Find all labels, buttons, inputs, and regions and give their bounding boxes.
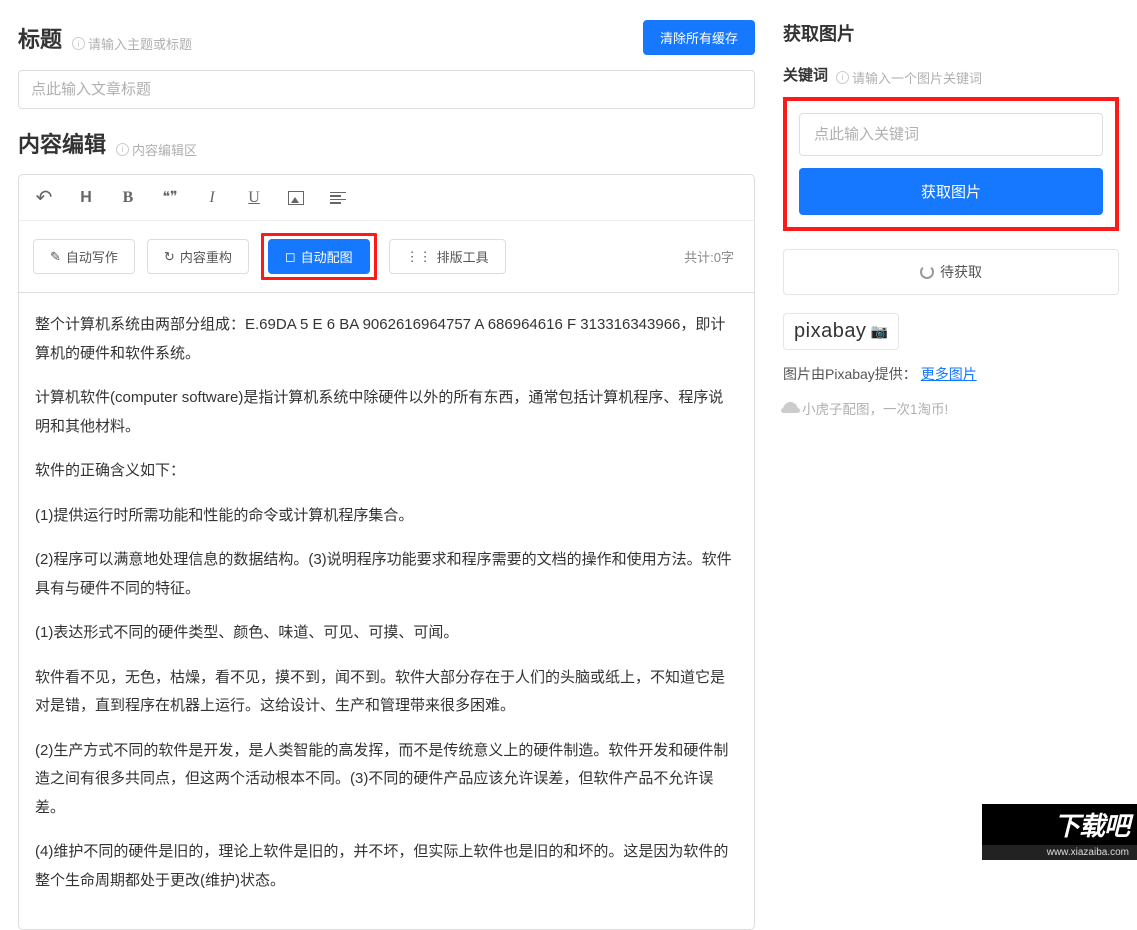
info-icon: i <box>836 71 849 84</box>
heading-icon[interactable]: H <box>75 189 97 207</box>
content-paragraph: (2)生产方式不同的软件是开发，是人类智能的高发挥，而不是传统意义上的硬件制造。… <box>35 737 738 823</box>
content-paragraph: (4)维护不同的硬件是旧的，理论上软件是旧的，并不坏，但实际上软件也是旧的和坏的… <box>35 838 738 895</box>
content-paragraph: (1)表达形式不同的硬件类型、颜色、味道、可见、可摸、可闻。 <box>35 619 738 648</box>
content-paragraph: 整个计算机系统由两部分组成：E.69DA 5 E 6 BA 9062616964… <box>35 311 738 368</box>
auto-image-button[interactable]: ◻ 自动配图 <box>268 239 370 274</box>
editor-content-area[interactable]: 整个计算机系统由两部分组成：E.69DA 5 E 6 BA 9062616964… <box>18 293 755 930</box>
pixabay-logo: pixabay 📷 <box>783 313 899 350</box>
layout-icon: ⋮⋮ <box>406 249 432 265</box>
content-paragraph: 软件的正确含义如下： <box>35 457 738 486</box>
pending-status: 待获取 <box>783 249 1119 295</box>
refresh-icon: ↻ <box>164 249 175 265</box>
camera-icon: 📷 <box>870 323 888 340</box>
editor-section-hint: i 内容编辑区 <box>116 140 197 159</box>
quote-icon[interactable]: ❝❞ <box>159 189 181 206</box>
highlight-keyword-box: 获取图片 <box>783 97 1119 231</box>
content-paragraph: (1)提供运行时所需功能和性能的命令或计算机程序集合。 <box>35 502 738 531</box>
auto-write-button[interactable]: ✎ 自动写作 <box>33 239 135 274</box>
provider-line: 图片由Pixabay提供： 更多图片 <box>783 364 1119 384</box>
underline-icon[interactable]: U <box>243 189 265 207</box>
image-icon[interactable] <box>285 191 307 205</box>
editor-toolbar: ↶ H B ❝❞ I U ✎ 自动写作 ↻ 内容重构 <box>18 174 755 293</box>
bold-icon[interactable]: B <box>117 189 139 207</box>
get-image-button[interactable]: 获取图片 <box>799 168 1103 215</box>
info-icon: i <box>116 143 129 156</box>
highlight-auto-image: ◻ 自动配图 <box>261 233 377 280</box>
editor-section-label: 内容编辑 <box>18 127 106 159</box>
title-label: 标题 <box>18 22 62 54</box>
keyword-input[interactable] <box>799 113 1103 156</box>
article-title-input[interactable] <box>18 70 755 109</box>
word-count: 共计:0字 <box>684 247 740 266</box>
title-header: 标题 i 请输入主题或标题 清除所有缓存 <box>18 20 755 55</box>
content-paragraph: 软件看不见，无色，枯燥，看不见，摸不到，闻不到。软件大部分存在于人们的头脑或纸上… <box>35 664 738 721</box>
cloud-icon <box>783 402 798 413</box>
watermark: 下载吧 www.xiazaiba.com <box>982 804 1137 860</box>
box-icon: ◻ <box>285 249 296 265</box>
clear-cache-button[interactable]: 清除所有缓存 <box>643 20 755 55</box>
undo-icon[interactable]: ↶ <box>33 185 55 210</box>
content-paragraph: 计算机软件(computer software)是指计算机系统中除硬件以外的所有… <box>35 384 738 441</box>
content-refactor-button[interactable]: ↻ 内容重构 <box>147 239 249 274</box>
info-icon: i <box>72 37 85 50</box>
content-paragraph: (2)程序可以满意地处理信息的数据结构。(3)说明程序功能要求和程序需要的文档的… <box>35 546 738 603</box>
get-image-title: 获取图片 <box>783 20 1119 46</box>
spinner-icon <box>920 265 934 279</box>
title-hint: i 请输入主题或标题 <box>72 34 192 53</box>
pencil-icon: ✎ <box>50 249 61 265</box>
keyword-hint: i 请输入一个图片关键词 <box>836 68 982 87</box>
layout-tool-button[interactable]: ⋮⋮ 排版工具 <box>389 239 506 274</box>
tip-line: 小虎子配图，一次1淘币! <box>783 398 1119 418</box>
italic-icon[interactable]: I <box>201 189 223 207</box>
align-icon[interactable] <box>327 192 349 204</box>
keyword-label: 关键词 <box>783 64 828 85</box>
more-images-link[interactable]: 更多图片 <box>921 366 977 382</box>
